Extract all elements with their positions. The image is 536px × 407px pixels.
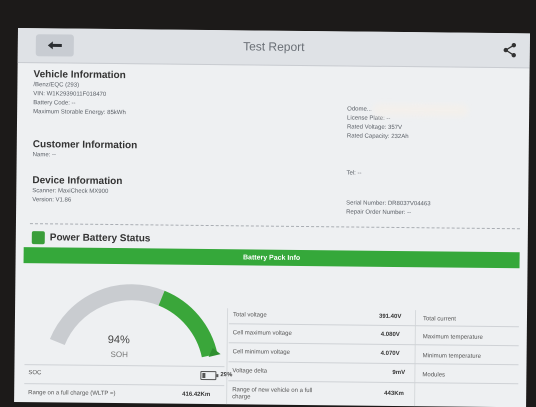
row-divider (228, 361, 519, 366)
battery-status-header: Power Battery Status (31, 228, 151, 247)
tel-info: Tel: -- (346, 169, 361, 178)
delta-value: 9mV (392, 369, 406, 377)
total-current-label: Total current (422, 316, 457, 323)
battery-pack-info-label: Battery Pack Info (242, 253, 301, 262)
range-full-value: 416.42Km (182, 391, 211, 399)
share-icon[interactable] (502, 42, 518, 58)
new-range-label-2: charge (232, 394, 251, 401)
cell-min-label: Cell minimum voltage (232, 349, 291, 356)
range-full-label: Range on a full charge (WLTP =) (28, 390, 116, 398)
version: Version: V1.86 (32, 197, 72, 204)
total-voltage-value: 391.40V (378, 313, 402, 321)
min-temp-label: Minimum temperature (422, 353, 481, 360)
odometer: Odome... (347, 106, 372, 113)
cell-max-value: 4.080V (380, 331, 400, 339)
column-divider (226, 308, 229, 405)
vehicle-info-heading: Vehicle Information (33, 69, 126, 82)
max-temp-label: Maximum temperature (422, 334, 483, 341)
gauge-arc (158, 290, 218, 358)
repair-order: Repair Order Number: -- (346, 209, 412, 217)
soc-label: SOC (28, 370, 42, 377)
blur-overlay (373, 103, 469, 117)
new-range-label: Range of new vehicle on a full (232, 387, 313, 395)
customer-info: Customer Information Name: -- (33, 138, 138, 161)
screen: Test Report Vehicle Information /Benz/EQ… (14, 28, 530, 407)
modules-label: Modules (422, 372, 446, 379)
soh-label: SOH (110, 349, 128, 360)
new-range-value: 443Km (384, 390, 404, 398)
device-info-heading: Device Information (32, 175, 123, 188)
customer-name: Name: -- (32, 152, 57, 159)
page-title: Test Report (243, 39, 305, 55)
top-bar: Test Report (17, 28, 530, 69)
total-voltage-label: Total voltage (232, 312, 267, 319)
device-info: Device Information Scanner: MaxiCheck MX… (32, 174, 122, 206)
cell-min-value: 4.070V (380, 350, 400, 358)
row-divider (228, 342, 519, 347)
battery-fill (202, 372, 206, 378)
row-divider (24, 383, 225, 387)
device-info-right: Serial Number: DR8037V04463 Repair Order… (346, 199, 431, 218)
battery-status-icon (31, 230, 45, 244)
battery-icon (200, 370, 217, 381)
vehicle-info-right: Odome... License Plate: -- Rated Voltage… (346, 103, 469, 142)
row-divider (228, 380, 519, 385)
cell-max-label: Cell maximum voltage (232, 330, 292, 337)
max-energy: Maximum Storable Energy: 85kWh (33, 109, 126, 117)
tel: Tel: -- (346, 170, 362, 177)
soh-gauge (49, 284, 221, 358)
vehicle-info: Vehicle Information /Benz/EQC (293) VIN:… (33, 68, 126, 118)
customer-info-heading: Customer Information (32, 139, 138, 152)
rated-capacity: Rated Capacity: 232Ah (346, 133, 409, 141)
soh-value: 94% (107, 333, 130, 347)
battery-pack-info-bar: Battery Pack Info (23, 247, 520, 269)
delta-label: Voltage delta (232, 368, 268, 375)
battery-status-heading: Power Battery Status (49, 231, 151, 244)
row-divider (228, 323, 519, 328)
